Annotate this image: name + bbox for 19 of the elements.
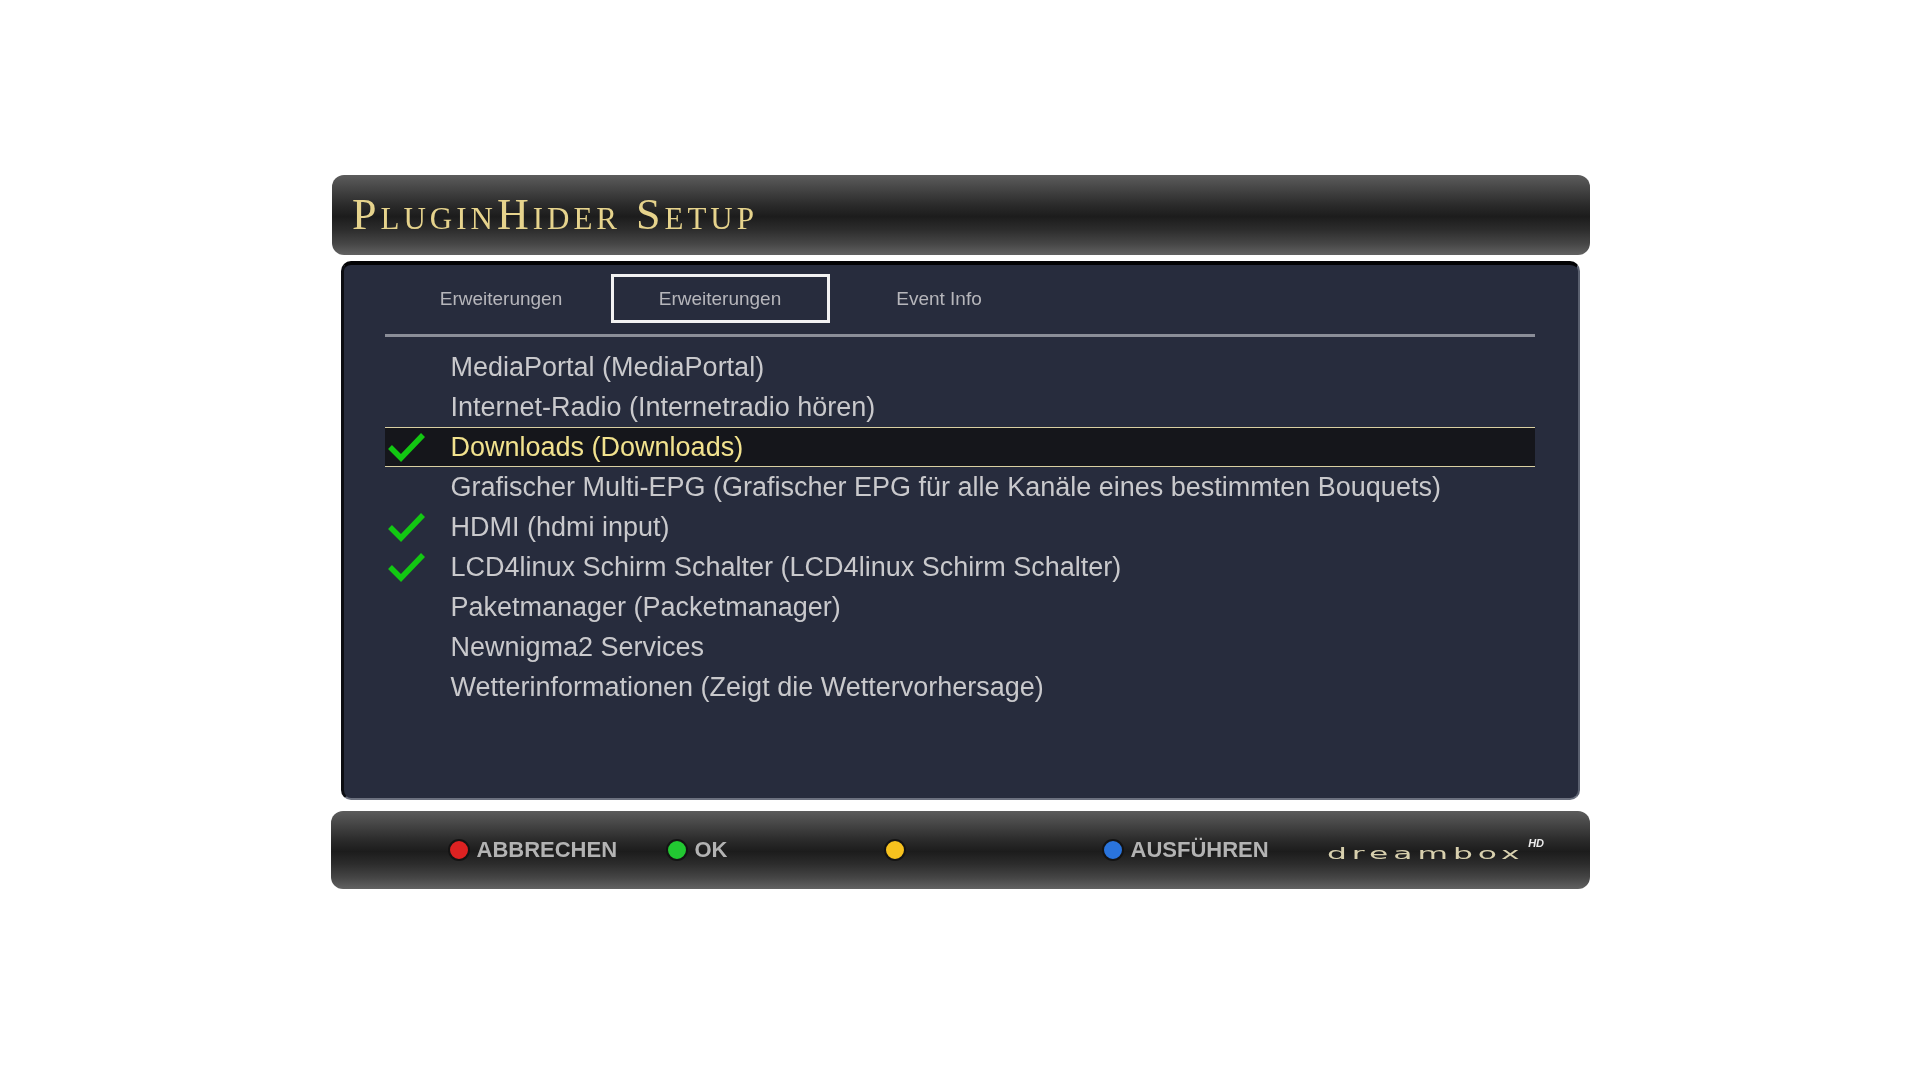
plugin-list-item[interactable]: Newnigma2 Services xyxy=(384,627,1535,667)
plugin-list-item[interactable]: Grafischer Multi-EPG (Grafischer EPG für alle Kanäle eines bestimmten Bouquets) xyxy=(384,467,1535,507)
plugin-list-item[interactable]: Paketmanager (Packetmanager) xyxy=(384,587,1535,627)
color-dot-button[interactable] xyxy=(883,839,906,861)
color-key-button[interactable]: OK xyxy=(665,837,728,863)
color-key-button[interactable]: ABBRECHEN xyxy=(447,837,618,863)
color-key-button[interactable]: AUSFÜHREN xyxy=(1101,837,1269,863)
tab[interactable]: Erweiterungen xyxy=(391,274,611,323)
plugin-list-item[interactable]: Internet-Radio (Internetradio hören) xyxy=(384,387,1535,427)
tab[interactable]: Event Info xyxy=(829,274,1049,323)
plugin-list-item[interactable]: Wetterinformationen (Zeigt die Wettervorhersage) xyxy=(384,667,1535,707)
plugin-list-item[interactable]: LCD4linux Schirm Schalter (LCD4linux Schirm Schalter) xyxy=(384,547,1535,587)
logo-wordmark: dreambox xyxy=(1326,845,1524,861)
tab[interactable]: Erweiterungen xyxy=(610,274,830,323)
plugin-list-item[interactable]: MediaPortal (MediaPortal) xyxy=(384,347,1535,387)
logo-hd-label: HD xyxy=(1528,837,1545,849)
plugin-list-item[interactable]: HDMI (hdmi input) xyxy=(384,507,1535,547)
window-title: PluginHider Setup xyxy=(352,193,758,237)
plugin-list-item[interactable]: Downloads (Downloads) xyxy=(384,427,1535,467)
